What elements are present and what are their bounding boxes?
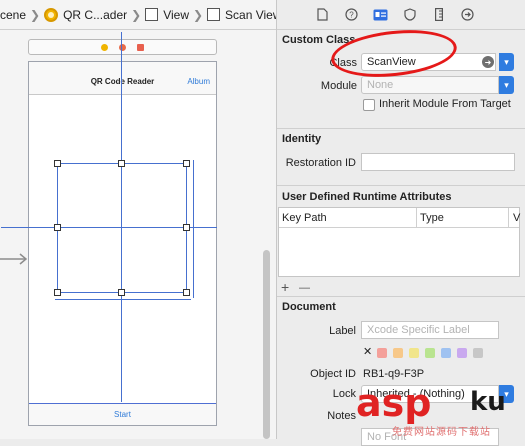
remove-attribute-button[interactable]: — (299, 282, 310, 294)
chevron-right-icon: ❯ (30, 7, 41, 22)
object-id-label: Object ID (310, 368, 356, 380)
inherit-module-checkbox[interactable] (363, 99, 375, 111)
lock-label: Lock (332, 388, 356, 400)
class-dropdown-chevron-icon[interactable]: ▾ (499, 53, 514, 71)
view-controller-icon (44, 7, 59, 22)
breadcrumb-item-scan-view[interactable]: Scan View (207, 0, 277, 29)
help-icon: ? (345, 8, 358, 21)
svg-text:?: ? (349, 11, 354, 20)
ruler-icon (434, 8, 443, 21)
runtime-attributes-section-title: User Defined Runtime Attributes (282, 191, 452, 203)
view-icon (207, 8, 221, 21)
module-dropdown-chevron-icon[interactable]: ▾ (499, 76, 514, 94)
resize-handle[interactable] (183, 160, 190, 167)
section-divider (277, 296, 525, 297)
column-divider (416, 208, 417, 228)
initial-scene-arrow-icon (0, 253, 28, 265)
size-guide-vertical (193, 160, 194, 298)
restoration-id-field[interactable] (361, 153, 515, 171)
inherit-module-label: Inherit Module From Target (379, 98, 511, 110)
inspector-tab-bar: ? (277, 0, 525, 30)
module-combo-field[interactable]: None (361, 76, 499, 94)
color-label-green[interactable] (425, 348, 435, 358)
resize-handle[interactable] (54, 160, 61, 167)
storyboard-canvas-pane: cene ❯ QR C...ader ❯ View ❯ Scan View QR… (0, 0, 277, 439)
scan-view[interactable] (57, 163, 187, 293)
color-label-red[interactable] (377, 348, 387, 358)
add-attribute-button[interactable]: + (281, 279, 289, 295)
breadcrumb-controller-label: QR C...ader (63, 7, 128, 22)
file-icon (317, 8, 328, 21)
breadcrumb-item-controller[interactable]: QR C...ader (44, 0, 127, 29)
iphone-scene-view[interactable]: QR Code Reader Album Start (1, 32, 217, 426)
object-id-value: RB1-q9-F3P (363, 368, 425, 380)
chevron-right-icon: ❯ (131, 7, 142, 22)
breadcrumb: cene ❯ QR C...ader ❯ View ❯ Scan View (0, 0, 277, 30)
color-label-orange[interactable] (393, 348, 403, 358)
module-placeholder: None (367, 79, 394, 91)
column-header-type[interactable]: Type (420, 212, 444, 224)
watermark-text: asp (356, 381, 432, 425)
runtime-attributes-table[interactable]: Key Path Type V (278, 207, 520, 277)
quick-help-inspector-tab[interactable]: ? (342, 5, 361, 24)
attributes-inspector-tab[interactable] (400, 5, 419, 24)
color-label-gray[interactable] (473, 348, 483, 358)
document-section-title: Document (282, 301, 336, 313)
go-to-class-icon[interactable]: ➜ (482, 56, 494, 68)
id-card-icon (373, 9, 388, 20)
shield-icon (403, 8, 416, 21)
view-controller-dock-icon[interactable] (101, 43, 108, 51)
identity-inspector-tab[interactable] (371, 5, 390, 24)
breadcrumb-scan-view-label: Scan View (225, 7, 277, 22)
column-divider (508, 208, 509, 228)
file-inspector-tab[interactable] (313, 5, 332, 24)
resize-handle[interactable] (54, 224, 61, 231)
size-inspector-tab[interactable] (429, 5, 448, 24)
canvas-scrollbar[interactable] (263, 250, 270, 439)
size-guide-horizontal (55, 299, 191, 300)
color-label-blue[interactable] (441, 348, 451, 358)
navigation-bar[interactable]: QR Code Reader Album (29, 62, 216, 95)
resize-handle[interactable] (54, 289, 61, 296)
breadcrumb-scene-label: cene (0, 7, 27, 22)
view-icon (145, 8, 159, 21)
resize-handle[interactable] (183, 224, 190, 231)
arrow-circle-icon (461, 8, 474, 21)
resize-handle[interactable] (118, 160, 125, 167)
section-divider (277, 128, 525, 129)
bottom-toolbar[interactable]: Start (29, 403, 216, 425)
runtime-attributes-table-header: Key Path Type V (279, 208, 520, 228)
clear-color-label-icon[interactable]: ✕ (363, 345, 372, 358)
xcode-label-placeholder: Xcode Specific Label (367, 324, 470, 336)
identity-section-title: Identity (282, 133, 322, 145)
breadcrumb-item-view[interactable]: View (145, 0, 189, 29)
xcode-label-field[interactable]: Xcode Specific Label (361, 321, 499, 339)
album-bar-button[interactable]: Album (187, 77, 210, 86)
watermark-suffix: ku (470, 387, 506, 417)
site-watermark: asp ku 免费网站源码下载站 (352, 381, 525, 439)
resize-handle[interactable] (183, 289, 190, 296)
column-header-key-path[interactable]: Key Path (282, 212, 327, 224)
column-header-value[interactable]: V (513, 212, 520, 224)
document-label-label: Label (329, 325, 356, 337)
exit-dock-icon[interactable] (137, 43, 144, 51)
module-label: Module (320, 80, 357, 92)
watermark-subtitle: 免费网站源码下载站 (392, 427, 491, 438)
chevron-right-icon: ❯ (192, 7, 204, 22)
connections-inspector-tab[interactable] (458, 5, 477, 24)
restoration-id-label: Restoration ID (285, 157, 356, 169)
color-label-purple[interactable] (457, 348, 467, 358)
breadcrumb-view-label: View (163, 7, 189, 22)
scene-dock[interactable] (28, 39, 217, 55)
color-label-yellow[interactable] (409, 348, 419, 358)
canvas-area[interactable]: QR Code Reader Album Start (0, 31, 276, 439)
notes-label: Notes (327, 410, 356, 422)
start-button[interactable]: Start (29, 410, 216, 419)
section-divider (277, 185, 525, 186)
breadcrumb-item-scene[interactable]: cene (0, 0, 26, 29)
resize-handle[interactable] (118, 289, 125, 296)
